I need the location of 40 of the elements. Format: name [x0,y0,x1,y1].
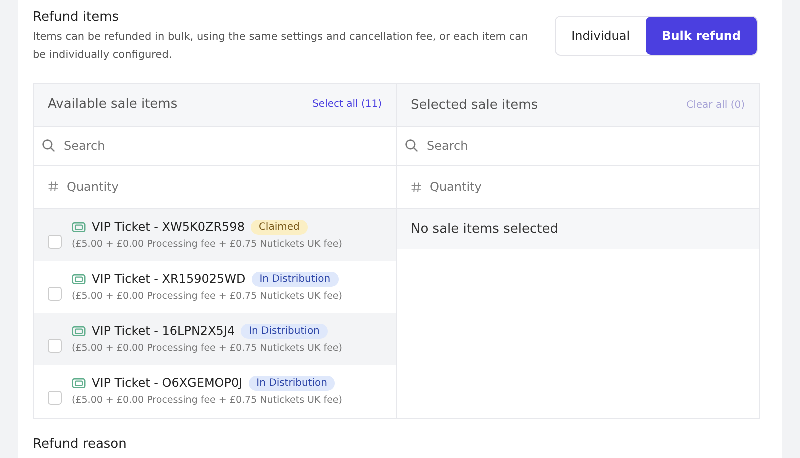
item-price: (£5.00 + £0.00 Processing fee + £0.75 Nutickets UK fee) [72,342,342,354]
ticket-icon [72,378,86,389]
section-title: Refund reason [33,437,128,452]
select-all-link[interactable]: Select all (11) [312,99,382,110]
item-name: VIP Ticket - 16LPN2X5J4 [92,324,236,338]
checkbox[interactable] [48,286,62,301]
section-title: Refund items [33,10,120,25]
search-field[interactable]: Search [425,138,751,154]
empty-message: No sale items selected [397,209,759,249]
checkbox[interactable] [48,234,62,249]
hash-icon [411,182,422,192]
section-description: Items can be refunded in bulk, using the same settings and cancellation fee, or each item can be individually configured. [33,30,530,63]
search-field[interactable]: Search [62,138,388,154]
sale-item-row[interactable]: VIP Ticket - XW5K0ZR598 Claimed (£5.00 + £0.00 Processing fee + £0.75 Nutickets UK fee) [34,208,396,261]
sale-item-row[interactable]: VIP Ticket - XR159025WD In Distribution (£5.00 + £0.00 Processing fee + £0.75 Nutickets UK fee) [34,260,396,313]
sale-item-row[interactable]: VIP Ticket - O6XGEMOP0J In Distribution (£5.00 + £0.00 Processing fee + £0.75 Nutickets UK fee) [34,364,396,417]
quantity-field[interactable]: Quantity [428,179,745,195]
column-title: Available sale items [48,97,178,112]
checkbox[interactable] [48,390,62,405]
column-title: Selected sale items [411,98,538,112]
status-badge: Claimed [250,220,308,235]
search-icon [405,139,419,153]
status-badge: In Distribution [248,376,336,391]
ticket-icon [72,326,86,337]
ticket-icon [72,222,86,233]
mode-toggle-button[interactable]: Bulk refund [646,17,757,55]
item-name: VIP Ticket - XW5K0ZR598 [92,220,245,234]
item-price: (£5.00 + £0.00 Processing fee + £0.75 Nutickets UK fee) [72,290,342,302]
status-badge: In Distribution [252,272,339,287]
hash-icon [48,181,59,192]
item-price: (£5.00 + £0.00 Processing fee + £0.75 Nutickets UK fee) [72,394,342,406]
item-name: VIP Ticket - XR159025WD [92,272,246,286]
item-name: VIP Ticket - O6XGEMOP0J [92,376,243,390]
search-icon [42,138,56,153]
quantity-field[interactable]: Quantity [65,178,382,195]
checkbox[interactable] [48,338,62,353]
ticket-icon [72,274,86,285]
item-price: (£5.00 + £0.00 Processing fee + £0.75 Nutickets UK fee) [72,238,342,250]
status-badge: In Distribution [241,324,328,339]
sale-item-row[interactable]: VIP Ticket - 16LPN2X5J4 In Distribution (£5.00 + £0.00 Processing fee + £0.75 Nutickets UK fee) [34,312,396,365]
